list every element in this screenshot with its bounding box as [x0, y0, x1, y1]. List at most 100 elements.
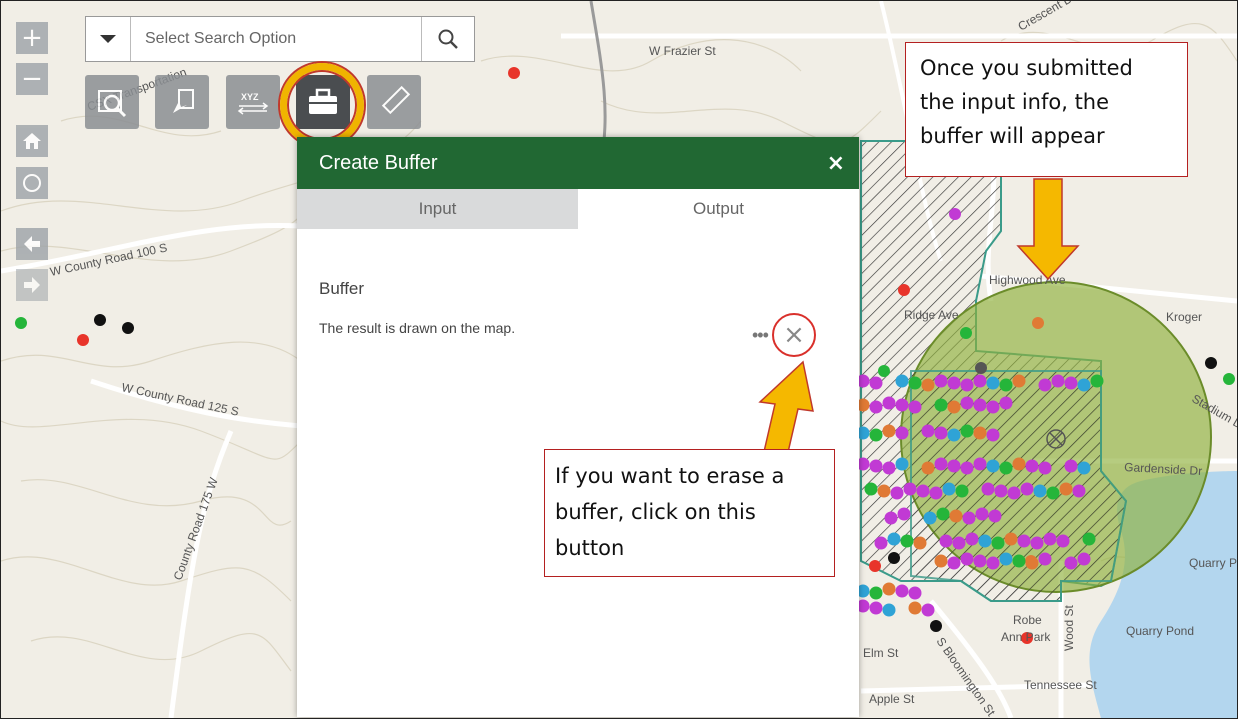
map-point[interactable]: [869, 376, 883, 390]
map-point[interactable]: [1043, 532, 1057, 546]
search-map-tool-button[interactable]: [85, 75, 139, 129]
map-point[interactable]: [895, 584, 909, 598]
map-point[interactable]: [1056, 534, 1070, 548]
map-point[interactable]: [934, 374, 948, 388]
map-point[interactable]: [921, 378, 935, 392]
map-point[interactable]: [929, 486, 943, 500]
coordinates-tool-button[interactable]: XYZ: [226, 75, 280, 129]
map-point[interactable]: [962, 511, 976, 525]
map-point[interactable]: [965, 532, 979, 546]
map-point[interactable]: [978, 534, 992, 548]
map-point[interactable]: [908, 376, 922, 390]
remove-buffer-button[interactable]: ×: [772, 313, 816, 357]
map-point[interactable]: [897, 507, 911, 521]
map-point[interactable]: [1012, 457, 1026, 471]
search-input[interactable]: [131, 17, 421, 61]
map-point[interactable]: [882, 396, 896, 410]
map-point[interactable]: [988, 509, 1002, 523]
tab-input[interactable]: Input: [297, 189, 578, 229]
home-button[interactable]: [16, 125, 48, 157]
map-point[interactable]: [1038, 552, 1052, 566]
map-point[interactable]: [999, 552, 1013, 566]
map-point[interactable]: [1046, 486, 1060, 500]
map-point[interactable]: [923, 511, 937, 525]
previous-extent-button[interactable]: [16, 228, 48, 260]
map-point[interactable]: [900, 534, 914, 548]
map-point[interactable]: [1017, 534, 1031, 548]
map-point[interactable]: [908, 586, 922, 600]
map-point[interactable]: [1082, 532, 1096, 546]
map-point[interactable]: [942, 482, 956, 496]
map-point[interactable]: [1064, 376, 1078, 390]
map-point[interactable]: [1033, 484, 1047, 498]
map-point[interactable]: [994, 484, 1008, 498]
map-point[interactable]: [882, 424, 896, 438]
zoom-out-button[interactable]: −: [16, 63, 48, 95]
map-point[interactable]: [986, 459, 1000, 473]
map-point[interactable]: [1020, 482, 1034, 496]
close-panel-button[interactable]: ×: [827, 151, 845, 176]
map-point[interactable]: [908, 400, 922, 414]
map-point[interactable]: [1059, 482, 1073, 496]
map-point[interactable]: [934, 426, 948, 440]
map-point[interactable]: [895, 457, 909, 471]
map-point[interactable]: [895, 374, 909, 388]
map-point[interactable]: [986, 376, 1000, 390]
map-point[interactable]: [936, 507, 950, 521]
map-point[interactable]: [999, 378, 1013, 392]
map-point[interactable]: [869, 459, 883, 473]
map-point[interactable]: [1051, 374, 1065, 388]
map-point[interactable]: [973, 426, 987, 440]
map-point[interactable]: [973, 457, 987, 471]
map-point[interactable]: [921, 424, 935, 438]
map-point[interactable]: [869, 400, 883, 414]
map-point[interactable]: [975, 507, 989, 521]
map-point[interactable]: [882, 603, 896, 617]
tab-output[interactable]: Output: [578, 189, 859, 229]
map-point[interactable]: [882, 582, 896, 596]
map-point[interactable]: [869, 428, 883, 442]
map-point[interactable]: [947, 428, 961, 442]
map-point[interactable]: [869, 586, 883, 600]
search-button[interactable]: [421, 17, 474, 61]
map-point[interactable]: [973, 554, 987, 568]
map-point[interactable]: [1025, 459, 1039, 473]
map-point[interactable]: [947, 459, 961, 473]
map-point[interactable]: [947, 556, 961, 570]
map-point[interactable]: [947, 376, 961, 390]
map-point[interactable]: [1077, 378, 1091, 392]
map-point[interactable]: [1064, 556, 1078, 570]
locate-button[interactable]: [16, 167, 48, 199]
map-point[interactable]: [913, 536, 927, 550]
map-point[interactable]: [934, 457, 948, 471]
map-point[interactable]: [877, 484, 891, 498]
map-point[interactable]: [895, 426, 909, 440]
map-point[interactable]: [947, 400, 961, 414]
measure-tool-button[interactable]: [367, 75, 421, 129]
map-point[interactable]: [908, 601, 922, 615]
map-point[interactable]: [903, 482, 917, 496]
map-point[interactable]: [949, 509, 963, 523]
map-point[interactable]: [921, 461, 935, 475]
map-point[interactable]: [1077, 461, 1091, 475]
map-point[interactable]: [869, 601, 883, 615]
map-point[interactable]: [934, 554, 948, 568]
more-options-button[interactable]: •••: [752, 325, 769, 346]
map-point[interactable]: [864, 482, 878, 496]
map-point[interactable]: [960, 396, 974, 410]
map-point[interactable]: [960, 461, 974, 475]
zoom-in-button[interactable]: +: [16, 22, 48, 54]
map-point[interactable]: [986, 400, 1000, 414]
next-extent-button[interactable]: [16, 269, 48, 301]
map-point[interactable]: [1012, 554, 1026, 568]
map-point[interactable]: [895, 398, 909, 412]
map-point[interactable]: [882, 461, 896, 475]
map-point[interactable]: [981, 482, 995, 496]
map-point[interactable]: [960, 378, 974, 392]
identify-tool-button[interactable]: [155, 75, 209, 129]
map-point[interactable]: [986, 428, 1000, 442]
map-point[interactable]: [960, 424, 974, 438]
map-point[interactable]: [973, 398, 987, 412]
map-point[interactable]: [1077, 552, 1091, 566]
map-point[interactable]: [1038, 461, 1052, 475]
